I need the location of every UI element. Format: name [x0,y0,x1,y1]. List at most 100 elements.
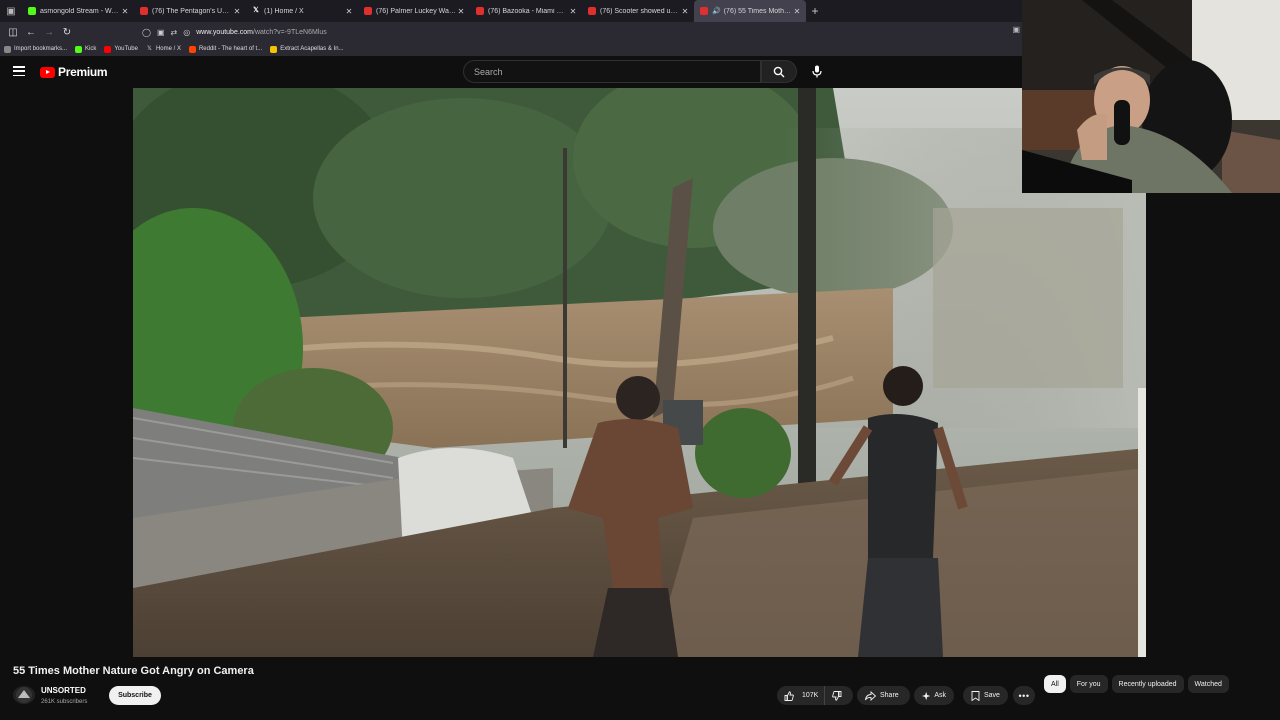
x-logo-icon: 𝕏 [253,7,259,14]
lock-icon: ▣ [156,27,165,37]
permissions-icon: ⇄ [170,27,178,37]
bookmark-label: Home / X [155,46,181,52]
search-icon [773,66,785,77]
bookmark-icon [971,690,980,701]
search-button[interactable] [761,60,797,83]
tab-label: (76) Palmer Luckey Wants to Be [376,7,456,15]
tab-label: (76) Bazooka - Miami XO (Offici [488,7,568,15]
extensions-icon[interactable]: ▣ [1012,25,1020,34]
reddit-icon [188,45,196,53]
close-tab-icon[interactable]: ✕ [680,7,690,16]
bookmark-item[interactable]: Reddit - The heart of t... [188,45,263,53]
youtube-favicon-icon [364,7,372,15]
tab-label: asmongold Stream - Watch Liv [40,7,120,15]
tracking-icon: ◎ [183,27,191,37]
dislike-button[interactable] [825,690,853,701]
search-input[interactable]: Search [463,60,761,83]
like-count: 107K [802,692,819,699]
bookmark-item[interactable]: YouTube [104,45,138,53]
bookmark-label: Reddit - The heart of t... [198,46,263,52]
window-menu-icon[interactable]: ▣ [0,0,22,22]
close-tab-icon[interactable]: ✕ [792,7,802,16]
bookmarks-bar: Import bookmarks... Kick YouTube 𝕏 Home / X R… [0,42,1022,56]
address-bar[interactable]: ◯ ▣ ⇄ ◎ www.youtube.com /watch?v=-9TLeN6… [142,24,327,40]
chip-watched[interactable]: Watched [1187,675,1229,693]
thumbs-down-icon [832,690,842,701]
youtube-favicon-icon [140,7,148,15]
speaker-icon[interactable]: 🔊 [712,7,721,15]
like-dislike-group: 107K [777,686,853,705]
subscriber-count: 261K subscribers [41,699,88,705]
kick-icon [75,45,83,53]
close-tab-icon[interactable]: ✕ [456,7,466,16]
subscribe-button[interactable]: Subscribe [109,686,161,705]
chip-for-you[interactable]: For you [1069,675,1108,693]
bookmark-label: Kick [85,46,97,52]
youtube-favicon-icon [476,7,484,15]
browser-tab[interactable]: (76) Scooter showed up tonigh✕ [582,0,694,22]
avatar-icon [16,687,32,703]
youtube-logo-icon [40,66,55,78]
share-button[interactable]: Share [857,686,910,705]
browser-tab[interactable]: (76) Palmer Luckey Wants to Be✕ [358,0,470,22]
x-icon: 𝕏 [147,45,152,52]
bookmark-item[interactable]: Kick [75,45,97,53]
hamburger-menu-icon[interactable] [13,66,25,76]
ask-button[interactable]: Ask [914,686,954,705]
chip-all[interactable]: All [1044,675,1066,693]
browser-tab[interactable]: (76) Bazooka - Miami XO (Offici✕ [470,0,582,22]
ask-label: Ask [934,692,946,699]
tab-list: asmongold Stream - Watch Liv✕(76) The Pe… [22,0,806,22]
chip-recently-uploaded[interactable]: Recently uploaded [1111,675,1184,693]
bookmark-label: Extract Acapellas & In... [280,46,344,52]
voice-search-button[interactable] [806,60,828,83]
close-tab-icon[interactable]: ✕ [568,7,578,16]
sidebar-toggle-icon[interactable]: ◫ [4,23,22,41]
logo-text: Premium [58,65,108,79]
sparkle-icon [922,691,931,700]
url-host: www.youtube.com [196,28,254,36]
more-icon: ••• [1018,690,1030,701]
bookmark-item[interactable]: Import bookmarks... [4,45,68,53]
search-placeholder: Search [474,66,503,77]
like-button[interactable]: 107K [777,686,825,705]
share-label: Share [880,692,899,699]
bookmark-item[interactable]: Extract Acapellas & In... [270,45,344,53]
save-label: Save [984,692,1000,699]
browser-tab[interactable]: 🔊(76) 55 Times Mother Natu✕ [694,0,806,22]
tab-label: (76) Scooter showed up tonigh [600,7,680,15]
youtube-favicon-icon [588,7,596,15]
forward-button[interactable]: → [40,23,58,41]
browser-tab-strip: ▣ asmongold Stream - Watch Liv✕(76) The … [0,0,1022,22]
browser-tab[interactable]: 𝕏 (1) Home / X ✕ [246,0,358,22]
youtube-premium-logo[interactable]: Premium [40,65,108,79]
back-button[interactable]: ← [22,23,40,41]
tab-label: (76) 55 Times Mother Natu [723,7,792,15]
thumbs-up-icon [784,690,794,701]
recommendation-chips: All For you Recently uploaded Watched [1044,675,1233,693]
webcam-streamer-image [1022,0,1280,193]
bookmark-item[interactable]: 𝕏 Home / X [146,46,181,53]
close-tab-icon[interactable]: ✕ [120,7,130,16]
channel-name[interactable]: UNSORTED [41,686,86,695]
shield-icon: ◯ [142,27,151,37]
close-tab-icon[interactable]: ✕ [344,7,354,16]
browser-tab[interactable]: asmongold Stream - Watch Liv✕ [22,0,134,22]
reload-button[interactable]: ↻ [58,23,76,41]
screen: ▣ asmongold Stream - Watch Liv✕(76) The … [0,0,1280,720]
url-path: /watch?v=-9TLeN6Mlus [253,28,327,36]
video-frame-flood-scene [133,88,1146,657]
browser-nav-bar: ◫ ← → ↻ ◯ ▣ ⇄ ◎ www.youtube.com /watch?v… [0,22,1022,42]
tab-label: (76) The Pentagon's UFO Progr [152,7,232,15]
webcam-overlay [1022,0,1280,193]
save-button[interactable]: Save [963,686,1008,705]
video-player[interactable] [133,88,1146,657]
more-actions-button[interactable]: ••• [1013,686,1035,705]
browser-tab[interactable]: (76) The Pentagon's UFO Progr✕ [134,0,246,22]
new-tab-button[interactable]: + [806,4,824,18]
extract-icon [270,45,278,53]
bookmark-label: YouTube [114,46,138,52]
channel-avatar[interactable] [13,686,35,704]
bookmark-label: Import bookmarks... [14,46,68,52]
close-tab-icon[interactable]: ✕ [232,7,242,16]
